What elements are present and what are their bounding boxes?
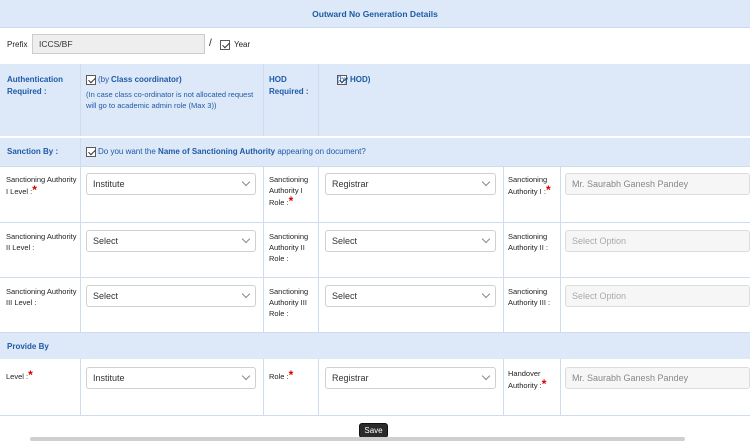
year-checkbox[interactable] bbox=[220, 40, 230, 50]
section-header: Outward No Generation Details bbox=[0, 0, 750, 28]
handover-authority-label: Handover Authority :* bbox=[508, 369, 547, 391]
sanctioning-authority-1-role-label: Sanctioning Authority I Role :* bbox=[269, 175, 309, 208]
prefix-row: Prefix ICCS/BF / Year bbox=[0, 28, 750, 64]
chevron-down-icon bbox=[241, 289, 251, 299]
provide-by-title: Provide By bbox=[7, 342, 49, 351]
sanctioning-authority-3-select[interactable]: Select Option bbox=[565, 285, 750, 307]
hod-by-prefix: (by bbox=[337, 75, 349, 84]
sanction-question-post: appearing on document? bbox=[277, 147, 366, 156]
provide-role-label: Role :* bbox=[269, 368, 294, 382]
hod-label: HOD Required : bbox=[269, 75, 309, 96]
provide-level-select[interactable]: Institute bbox=[86, 367, 256, 389]
provide-by-band: Provide By bbox=[0, 333, 750, 359]
provide-role-select[interactable]: Registrar bbox=[325, 367, 496, 389]
handover-authority-select[interactable]: Mr. Saurabh Ganesh Pandey bbox=[565, 367, 750, 389]
authentication-checkbox[interactable] bbox=[86, 75, 96, 85]
horizontal-scrollbar[interactable] bbox=[30, 437, 685, 441]
sanction-question-pre: Do you want the bbox=[98, 147, 156, 156]
chevron-down-icon bbox=[481, 289, 491, 299]
chevron-down-icon bbox=[481, 234, 491, 244]
sanctioning-authority-2-role-label: Sanctioning Authority II Role : bbox=[269, 232, 309, 263]
sanctioning-authority-2-role-select[interactable]: Select bbox=[325, 230, 496, 252]
sanctioning-authority-1-label: Sanctioning Authority I :* bbox=[508, 175, 551, 197]
hod-by-name: HOD) bbox=[350, 75, 371, 84]
sanctioning-authority-3-level-label: Sanctioning Authority III Level : bbox=[6, 287, 77, 307]
authentication-note: (In case class co-ordinator is not alloc… bbox=[86, 90, 254, 110]
sanctioning-authority-3-role-label: Sanctioning Authority III Role : bbox=[269, 287, 309, 318]
sanctioning-authority-1-select[interactable]: Mr. Saurabh Ganesh Pandey bbox=[565, 173, 750, 195]
authentication-label: Authentication Required : bbox=[7, 75, 63, 96]
provide-level-label: Level :* bbox=[6, 368, 33, 382]
year-label: Year bbox=[234, 40, 251, 49]
sanctioning-authority-1-role-select[interactable]: Registrar bbox=[325, 173, 496, 195]
sanction-label: Sanction By : bbox=[7, 147, 59, 156]
sanction-question-bold: Name of Sanctioning Authority bbox=[158, 147, 276, 156]
section-title: Outward No Generation Details bbox=[312, 8, 438, 19]
prefix-label: Prefix bbox=[7, 40, 28, 49]
chevron-down-icon bbox=[241, 177, 251, 187]
sanction-question: Do you want the Name of Sanctioning Auth… bbox=[98, 146, 366, 158]
sanctioning-authority-3-label: Sanctioning Authority III : bbox=[508, 287, 551, 307]
sanctioning-authority-1-level-label: Sanctioning Authority I Level :* bbox=[6, 175, 77, 197]
sanctioning-authority-1-level-select[interactable]: Institute bbox=[86, 173, 256, 195]
sanctioning-authority-3-role-select[interactable]: Select bbox=[325, 285, 496, 307]
sanctioning-authority-2-level-select[interactable]: Select bbox=[86, 230, 256, 252]
sanctioning-authority-3-level-select[interactable]: Select bbox=[86, 285, 256, 307]
sanctioning-authority-2-select[interactable]: Select Option bbox=[565, 230, 750, 252]
prefix-input[interactable]: ICCS/BF bbox=[32, 34, 205, 54]
chevron-down-icon bbox=[241, 371, 251, 381]
sanctioning-authority-2-label: Sanctioning Authority II : bbox=[508, 232, 549, 252]
chevron-down-icon bbox=[481, 371, 491, 381]
chevron-down-icon bbox=[481, 177, 491, 187]
chevron-down-icon bbox=[241, 234, 251, 244]
sanctioning-authority-2-level-label: Sanctioning Authority II Level : bbox=[6, 232, 77, 252]
authentication-by-prefix: (by bbox=[98, 75, 110, 84]
authentication-by-name: Class coordinator) bbox=[111, 75, 182, 84]
authentication-band: Authentication Required : (by Class coor… bbox=[0, 64, 750, 136]
save-button[interactable]: Save bbox=[359, 423, 388, 438]
sanction-band: Sanction By : Do you want the Name of Sa… bbox=[0, 138, 750, 166]
prefix-separator: / bbox=[209, 38, 212, 49]
sanction-checkbox[interactable] bbox=[86, 147, 96, 157]
